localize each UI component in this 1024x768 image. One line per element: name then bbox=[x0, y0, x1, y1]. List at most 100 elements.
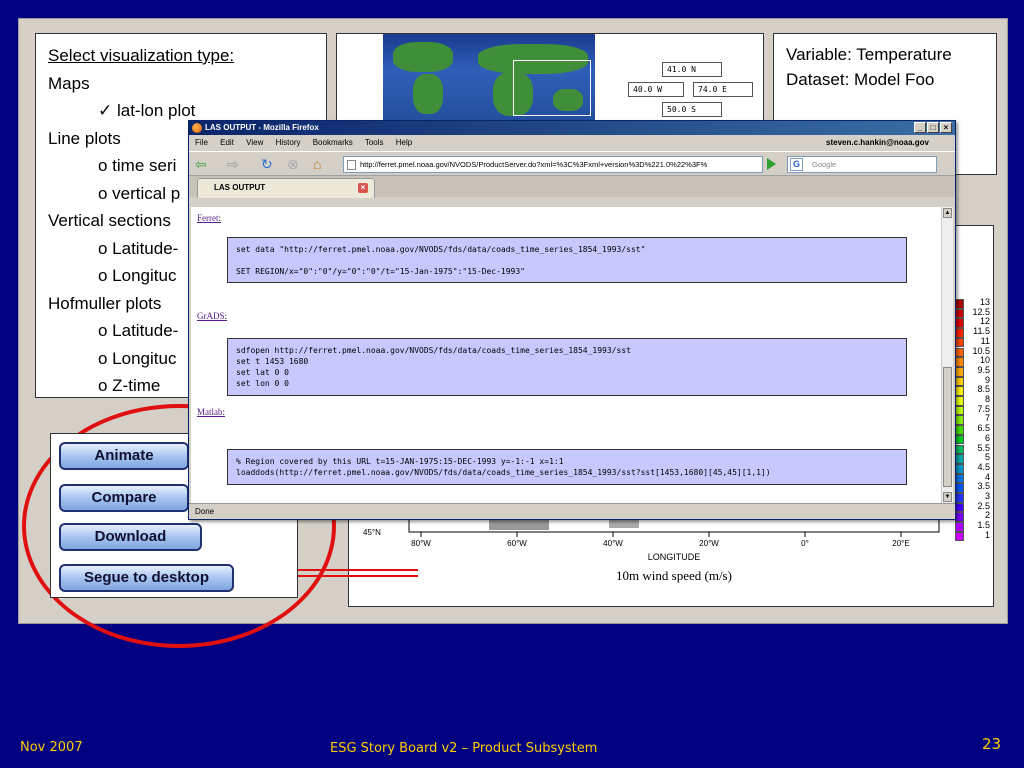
north-input[interactable]: 41.0 N bbox=[662, 62, 722, 77]
stop-icon[interactable]: ⊗ bbox=[287, 156, 299, 172]
legend-label: 10 bbox=[979, 355, 990, 366]
legend-swatch bbox=[955, 483, 964, 493]
world-map[interactable] bbox=[383, 34, 595, 124]
browser-window: LAS OUTPUT - Mozilla Firefox _ □ × File … bbox=[188, 120, 956, 520]
legend-label: 7.5 bbox=[977, 403, 990, 414]
legend-label: 11.5 bbox=[973, 326, 990, 337]
tab-las-output[interactable]: LAS OUTPUT × bbox=[197, 178, 375, 198]
legend-label: 7 bbox=[984, 413, 990, 424]
legend-label: 2.5 bbox=[977, 500, 990, 511]
legend-label: 5.5 bbox=[977, 442, 990, 453]
legend-swatch bbox=[955, 444, 964, 455]
maximize-button[interactable]: □ bbox=[927, 122, 939, 133]
legend-swatch bbox=[955, 493, 964, 503]
legend-label: 6 bbox=[984, 432, 990, 443]
legend-swatch bbox=[955, 376, 964, 387]
y-tick-label: 45°N bbox=[363, 528, 381, 537]
x-tick-label: 20°W bbox=[699, 539, 719, 548]
page-content: Ferret: set data "http://ferret.pmel.noa… bbox=[191, 207, 943, 503]
variable-label: Variable: Temperature bbox=[786, 45, 952, 64]
segue-to-desktop-button[interactable]: Segue to desktop bbox=[59, 564, 234, 592]
account-menu[interactable]: steven.c.hankin@noaa.gov bbox=[826, 135, 929, 151]
x-axis-ticks: 80°W 60°W 40°W 20°W 0° 20°E bbox=[411, 532, 910, 548]
vertical-scrollbar[interactable]: ▲ ▼ bbox=[941, 207, 953, 503]
close-button[interactable]: × bbox=[940, 122, 952, 133]
legend-swatch bbox=[955, 434, 964, 445]
legend-label: 4.5 bbox=[977, 461, 990, 472]
legend-label: 9 bbox=[984, 374, 990, 385]
legend-label: 2 bbox=[984, 510, 990, 521]
menu-file[interactable]: File bbox=[195, 138, 208, 147]
dataset-label: Dataset: Model Foo bbox=[786, 70, 935, 89]
ferret-link[interactable]: Ferret: bbox=[197, 213, 221, 223]
option-maps[interactable]: Maps bbox=[48, 70, 314, 98]
legend-swatch bbox=[955, 396, 964, 406]
legend-swatch bbox=[955, 337, 964, 348]
minimize-button[interactable]: _ bbox=[914, 122, 926, 133]
tab-label: LAS OUTPUT bbox=[214, 183, 266, 192]
legend-swatch bbox=[955, 347, 964, 358]
grads-link[interactable]: GrADS: bbox=[197, 311, 227, 321]
legend-swatch bbox=[955, 522, 964, 532]
menu-history[interactable]: History bbox=[276, 138, 301, 147]
page-number: 23 bbox=[982, 735, 1002, 753]
west-input[interactable]: 40.0 W bbox=[628, 82, 684, 97]
scroll-thumb[interactable] bbox=[943, 367, 952, 487]
legend-label: 10.5 bbox=[972, 345, 990, 356]
download-button[interactable]: Download bbox=[59, 523, 202, 551]
menu-tools[interactable]: Tools bbox=[365, 138, 384, 147]
matlab-link[interactable]: Matlab: bbox=[197, 407, 225, 417]
legend-label: 11 bbox=[980, 335, 990, 346]
legend-swatch bbox=[955, 357, 964, 367]
legend-label: 1 bbox=[984, 529, 990, 540]
menu-bookmarks[interactable]: Bookmarks bbox=[313, 138, 353, 147]
footer-date: Nov 2007 bbox=[20, 740, 83, 755]
legend-swatch bbox=[955, 512, 964, 523]
google-icon[interactable]: G bbox=[790, 158, 803, 171]
navigation-toolbar: ⇦ ⇨ ↻ ⊗ ⌂ http://ferret.pmel.noaa.gov/NV… bbox=[189, 151, 955, 175]
page-icon bbox=[347, 160, 356, 170]
legend-label: 8.5 bbox=[977, 384, 990, 395]
east-input[interactable]: 74.0 E bbox=[693, 82, 753, 97]
legend-swatch bbox=[955, 405, 964, 416]
url-bar[interactable]: http://ferret.pmel.noaa.gov/NVODS/Produc… bbox=[343, 156, 763, 173]
legend-label: 5 bbox=[984, 452, 990, 463]
legend-swatch bbox=[955, 454, 964, 464]
legend-swatch bbox=[955, 425, 964, 435]
legend-swatch bbox=[955, 318, 964, 329]
menu-view[interactable]: View bbox=[246, 138, 263, 147]
scroll-down-icon[interactable]: ▼ bbox=[943, 492, 952, 502]
browser-titlebar: LAS OUTPUT - Mozilla Firefox _ □ × bbox=[189, 121, 955, 135]
south-input[interactable]: 50.0 S bbox=[662, 102, 722, 117]
home-icon[interactable]: ⌂ bbox=[313, 156, 321, 172]
legend-swatch bbox=[955, 502, 964, 513]
firefox-icon bbox=[192, 123, 202, 133]
x-tick-label: 80°W bbox=[411, 539, 431, 548]
tab-close-icon[interactable]: × bbox=[358, 183, 368, 193]
forward-icon[interactable]: ⇨ bbox=[227, 156, 239, 172]
scroll-up-icon[interactable]: ▲ bbox=[943, 208, 952, 218]
menu-edit[interactable]: Edit bbox=[220, 138, 234, 147]
footer-title: ESG Story Board v2 – Product Subsystem bbox=[330, 741, 598, 756]
status-text: Done bbox=[195, 507, 215, 516]
matlab-code: % Region covered by this URL t=15-JAN-19… bbox=[227, 449, 907, 485]
legend-swatch bbox=[955, 386, 964, 396]
legend-label: 12 bbox=[979, 316, 990, 327]
reload-icon[interactable]: ↻ bbox=[261, 156, 273, 172]
legend-swatch bbox=[955, 531, 964, 542]
url-text: http://ferret.pmel.noaa.gov/NVODS/Produc… bbox=[360, 160, 708, 169]
compare-button[interactable]: Compare bbox=[59, 484, 189, 512]
search-input[interactable]: G Google bbox=[787, 156, 937, 173]
menu-bar: File Edit View History Bookmarks Tools H… bbox=[189, 135, 955, 151]
back-icon[interactable]: ⇦ bbox=[195, 156, 207, 172]
legend-label: 3.5 bbox=[977, 481, 990, 492]
menu-help[interactable]: Help bbox=[396, 138, 412, 147]
go-icon[interactable] bbox=[767, 158, 776, 170]
x-tick-label: 20°E bbox=[892, 539, 909, 548]
legend-label: 13 bbox=[979, 297, 990, 307]
panel-title: Select visualization type: bbox=[48, 46, 235, 65]
region-selection-box[interactable] bbox=[513, 60, 591, 116]
search-placeholder: Google bbox=[812, 160, 837, 169]
legend-label: 8 bbox=[984, 394, 990, 404]
animate-button[interactable]: Animate bbox=[59, 442, 189, 470]
